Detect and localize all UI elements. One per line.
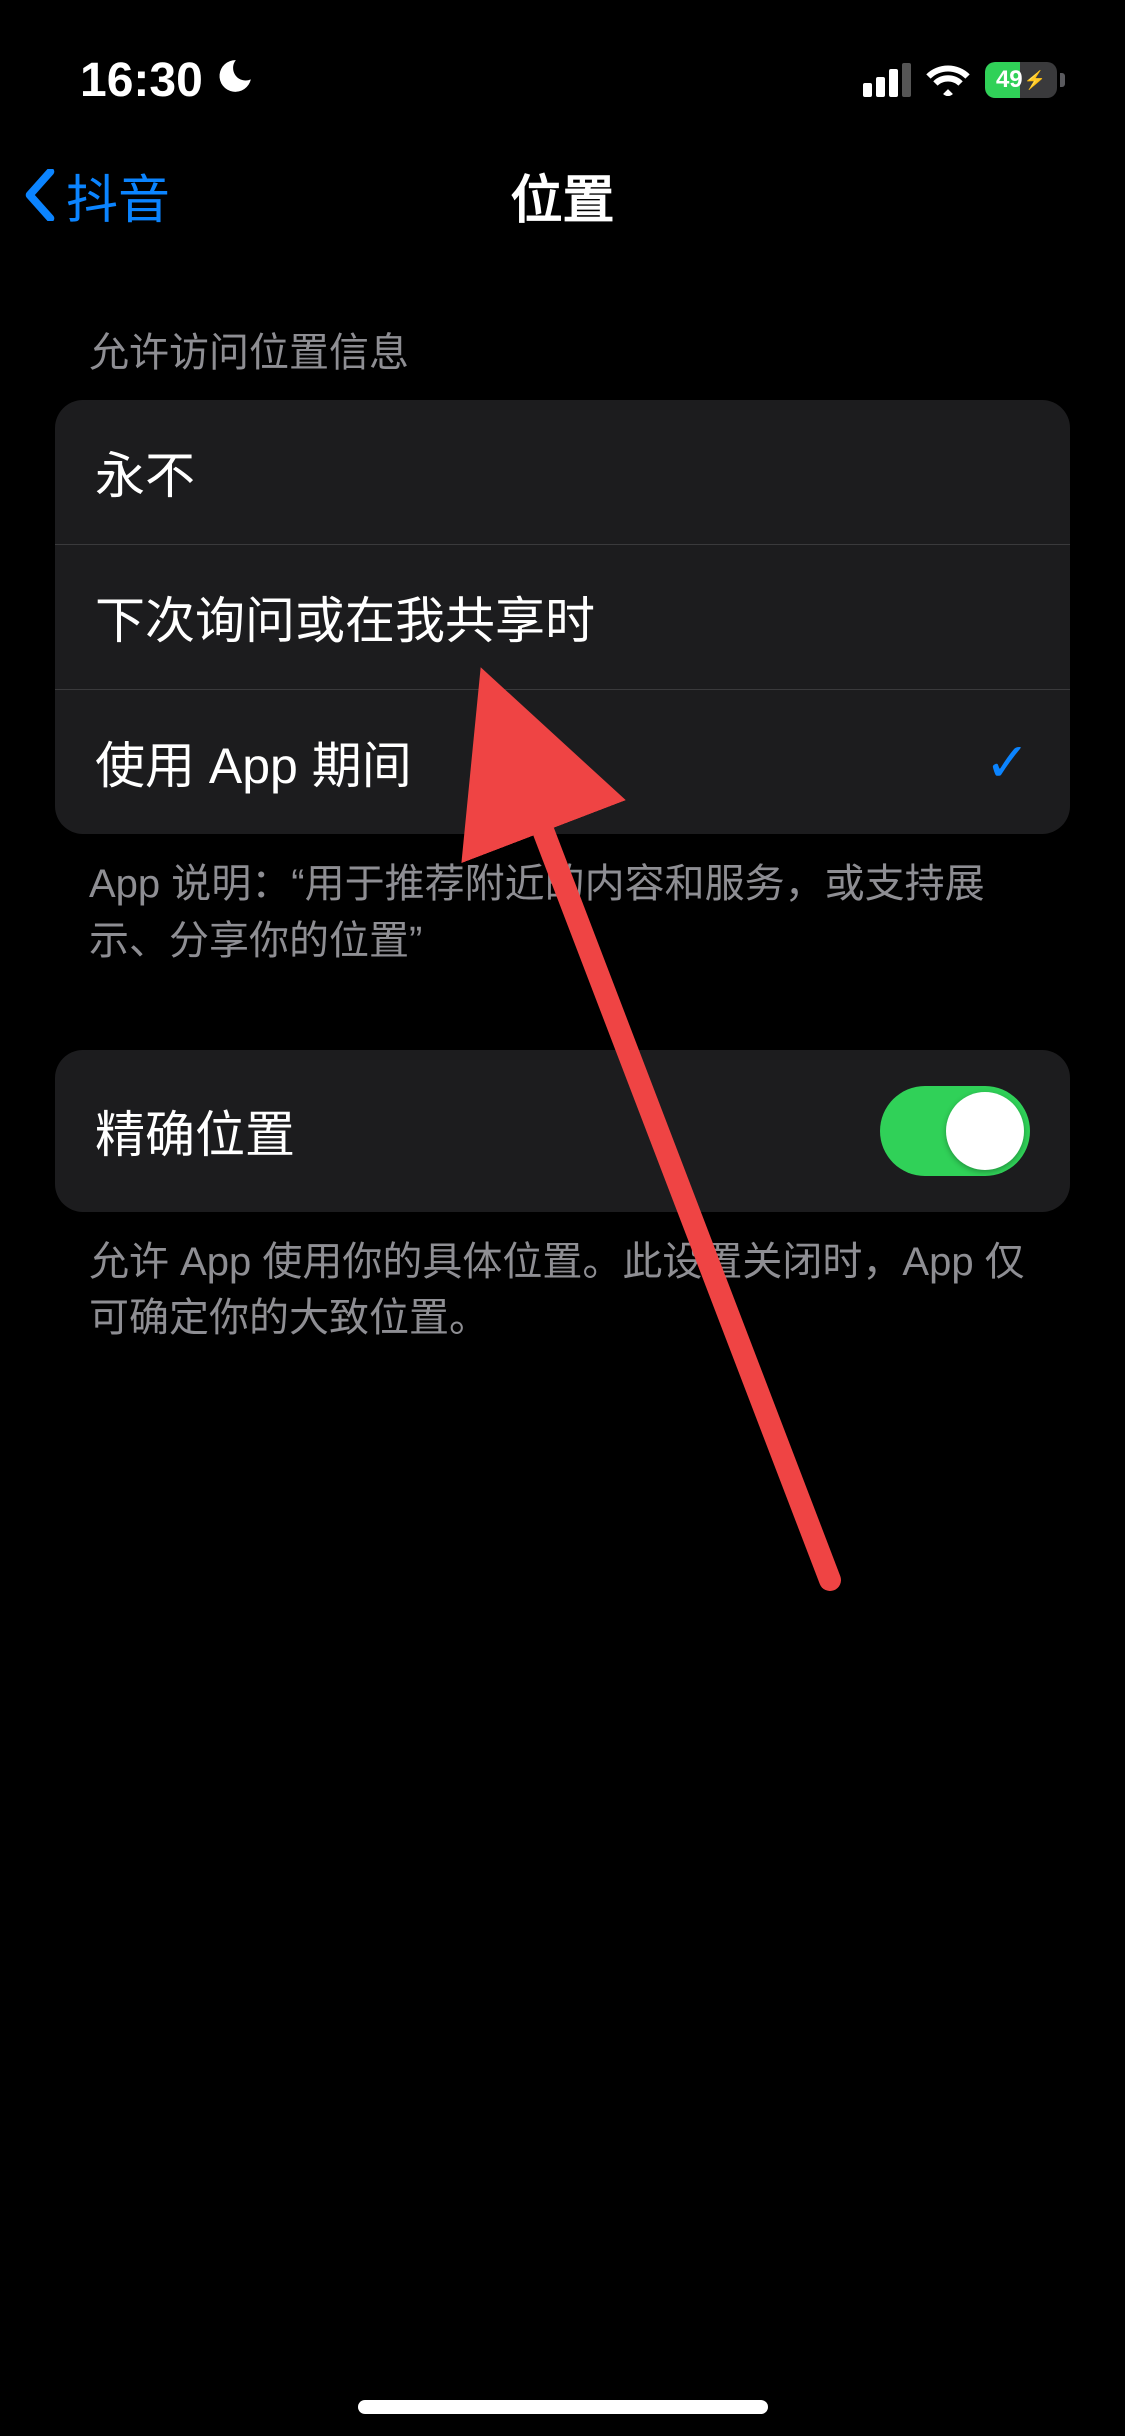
status-time: 16:30 <box>80 53 203 108</box>
battery-indicator: 49⚡ <box>985 62 1065 98</box>
home-indicator[interactable] <box>358 2400 768 2414</box>
back-label: 抖音 <box>66 158 170 233</box>
location-access-footer: App 说明：“用于推荐附近的内容和服务，或支持展示、分享你的位置” <box>55 834 1070 970</box>
checkmark-icon: ✓ <box>985 731 1030 794</box>
precise-location-toggle[interactable] <box>880 1086 1030 1176</box>
location-option-ask-next-time[interactable]: 下次询问或在我共享时 <box>55 544 1070 689</box>
location-access-group: 永不 下次询问或在我共享时 使用 App 期间 ✓ <box>55 400 1070 834</box>
option-label: 下次询问或在我共享时 <box>95 581 595 653</box>
location-access-header: 允许访问位置信息 <box>55 320 1070 400</box>
chevron-left-icon <box>22 169 58 221</box>
do-not-disturb-icon <box>215 53 255 108</box>
precise-location-label: 精确位置 <box>95 1095 295 1167</box>
navigation-bar: 抖音 位置 <box>0 130 1125 260</box>
location-option-never[interactable]: 永不 <box>55 400 1070 544</box>
page-title: 位置 <box>510 158 614 233</box>
option-label: 使用 App 期间 <box>95 726 412 798</box>
cellular-signal-icon <box>863 63 911 97</box>
status-left: 16:30 <box>80 53 255 108</box>
charging-icon: ⚡ <box>1024 70 1046 91</box>
location-option-while-using[interactable]: 使用 App 期间 ✓ <box>55 689 1070 834</box>
status-bar: 16:30 49⚡ <box>0 0 1125 130</box>
status-right: 49⚡ <box>863 62 1065 98</box>
content: 允许访问位置信息 永不 下次询问或在我共享时 使用 App 期间 ✓ App 说… <box>0 260 1125 1347</box>
precise-location-group: 精确位置 <box>55 1050 1070 1212</box>
precise-location-footer: 允许 App 使用你的具体位置。此设置关闭时，App 仅可确定你的大致位置。 <box>55 1212 1070 1348</box>
precise-location-row[interactable]: 精确位置 <box>55 1050 1070 1212</box>
option-label: 永不 <box>95 436 195 508</box>
back-button[interactable]: 抖音 <box>22 158 170 233</box>
wifi-icon <box>925 63 971 97</box>
battery-percent: 49 <box>996 66 1023 94</box>
